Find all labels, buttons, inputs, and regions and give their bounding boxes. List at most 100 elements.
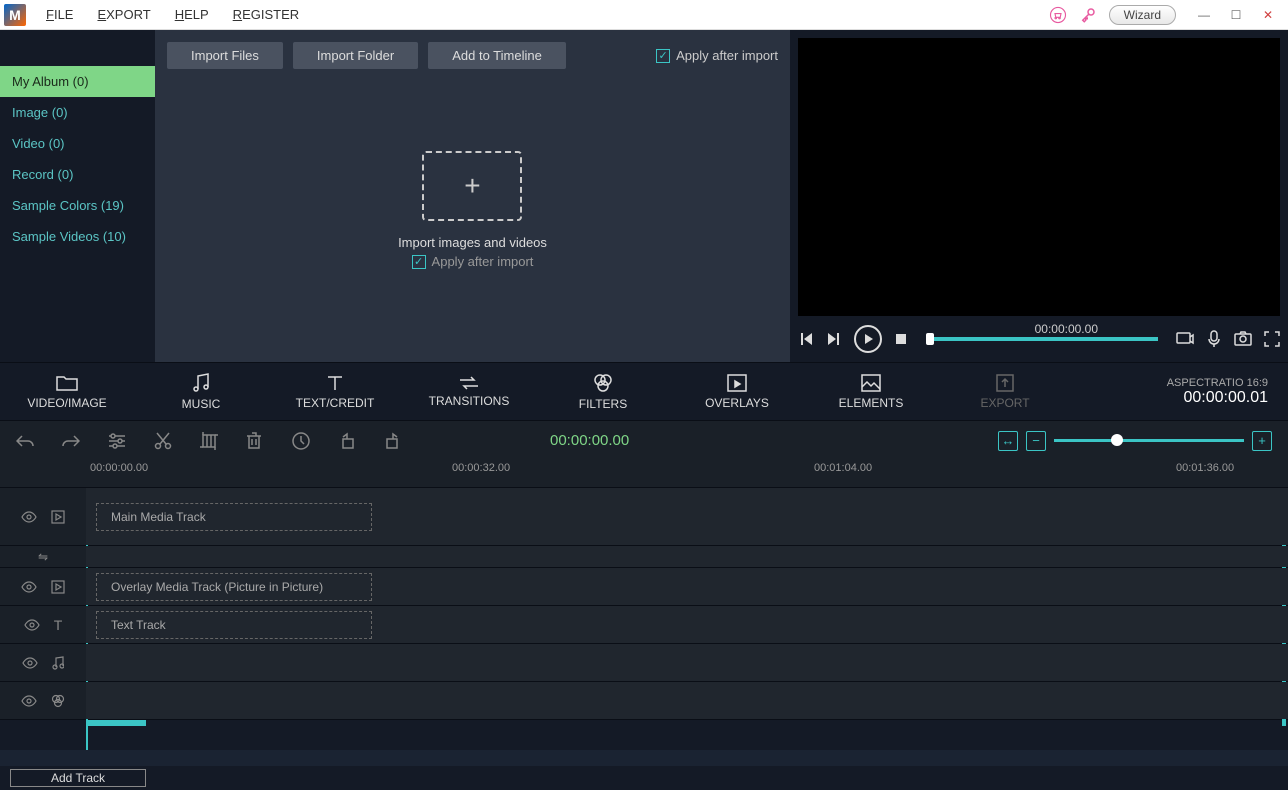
ruler-mark: 00:00:32.00 — [452, 462, 510, 474]
menu-help[interactable]: HELP — [175, 7, 209, 22]
footer: Add Track — [0, 766, 1288, 790]
next-frame-button[interactable] — [826, 331, 842, 347]
import-folder-button[interactable]: Import Folder — [293, 42, 418, 69]
aspect-ratio-label: ASPECTRATIO 16:9 — [1167, 377, 1268, 389]
video-track-icon[interactable] — [51, 510, 65, 524]
tab-overlays[interactable]: OVERLAYS — [670, 374, 804, 410]
track-row-audio — [0, 644, 1288, 682]
tab-label: TEXT/CREDIT — [296, 396, 375, 410]
tab-text-credit[interactable]: TEXT/CREDIT — [268, 374, 402, 410]
zoom-in-button[interactable]: + — [1252, 431, 1272, 451]
eye-icon[interactable] — [22, 657, 38, 669]
tab-export[interactable]: EXPORT — [938, 374, 1072, 410]
sidebar-item-image[interactable]: Image (0) — [0, 97, 155, 128]
speed-button[interactable] — [292, 432, 312, 450]
preview-video[interactable] — [798, 38, 1280, 316]
elements-icon — [861, 374, 881, 392]
tab-filters[interactable]: FILTERS — [536, 373, 670, 411]
redo-button[interactable] — [62, 434, 82, 448]
zoom-fit-button[interactable]: ↔ — [998, 431, 1018, 451]
timeline-current-time: 00:00:00.00 — [550, 432, 629, 449]
tab-transitions[interactable]: TRANSITIONS — [402, 376, 536, 408]
tab-label: TRANSITIONS — [429, 394, 510, 408]
microphone-icon[interactable] — [1206, 330, 1222, 348]
zoom-out-button[interactable]: − — [1026, 431, 1046, 451]
apply-after-import-top[interactable]: ✓ Apply after import — [656, 42, 778, 69]
eye-icon[interactable] — [21, 581, 37, 593]
sidebar-item-sample-colors[interactable]: Sample Colors (19) — [0, 190, 155, 221]
tab-label: ELEMENTS — [839, 396, 904, 410]
track-body-overlay[interactable]: Overlay Media Track (Picture in Picture) — [86, 568, 1288, 605]
play-button[interactable] — [854, 325, 882, 353]
track-body-effect[interactable] — [86, 682, 1288, 719]
ruler-mark: 00:00:00.00 — [90, 462, 148, 474]
track-body-main[interactable]: Main Media Track — [86, 488, 1288, 545]
close-button[interactable]: ✕ — [1252, 4, 1284, 26]
fullscreen-icon[interactable] — [1264, 331, 1280, 347]
timeline-hscroll[interactable] — [86, 720, 146, 726]
apply-after-drop-label: Apply after import — [432, 254, 534, 269]
track-body-text[interactable]: Text Track — [86, 606, 1288, 643]
folder-icon — [56, 374, 78, 392]
swap-icon[interactable]: ⇋ — [38, 550, 48, 564]
settings-icon[interactable] — [108, 433, 128, 449]
tab-elements[interactable]: ELEMENTS — [804, 374, 938, 410]
track-body-audio[interactable] — [86, 644, 1288, 681]
cut-button[interactable] — [154, 432, 174, 450]
tab-label: VIDEO/IMAGE — [27, 396, 106, 410]
ruler-mark: 00:01:04.00 — [814, 462, 872, 474]
preview-seek-slider[interactable] — [926, 337, 1158, 341]
preview-panel: 00:00:00.00 — [790, 30, 1288, 362]
apply-after-import-drop[interactable]: ✓ Apply after import — [398, 254, 547, 269]
text-icon — [326, 374, 344, 392]
eye-icon[interactable] — [24, 619, 40, 631]
add-to-timeline-button[interactable]: Add to Timeline — [428, 42, 566, 69]
effect-track-icon[interactable] — [51, 694, 65, 708]
import-files-button[interactable]: Import Files — [167, 42, 283, 69]
menu-register[interactable]: REGISTER — [233, 7, 299, 22]
rotate-right-button[interactable] — [384, 432, 404, 450]
sidebar-item-video[interactable]: Video (0) — [0, 128, 155, 159]
record-screen-icon[interactable] — [1176, 330, 1194, 348]
eye-icon[interactable] — [21, 695, 37, 707]
wizard-button[interactable]: Wizard — [1109, 5, 1176, 25]
maximize-button[interactable]: ☐ — [1220, 4, 1252, 26]
import-drop-zone[interactable]: + — [422, 151, 522, 221]
text-track-placeholder: Text Track — [96, 611, 372, 639]
key-icon[interactable] — [1079, 6, 1097, 24]
undo-button[interactable] — [16, 434, 36, 448]
track-body-transition[interactable] — [86, 546, 1288, 567]
minimize-button[interactable]: — — [1188, 4, 1220, 26]
overlay-track-icon[interactable] — [51, 580, 65, 594]
category-tabs: VIDEO/IMAGE MUSIC TEXT/CREDIT TRANSITION… — [0, 362, 1288, 420]
tab-label: EXPORT — [980, 396, 1029, 410]
menu-file[interactable]: FILE — [46, 7, 73, 22]
tab-music[interactable]: MUSIC — [134, 373, 268, 411]
sidebar-item-sample-videos[interactable]: Sample Videos (10) — [0, 221, 155, 252]
media-area: Import Files Import Folder Add to Timeli… — [155, 30, 790, 362]
checkbox-icon: ✓ — [656, 49, 670, 63]
snapshot-icon[interactable] — [1234, 331, 1252, 347]
text-track-icon[interactable]: T — [54, 617, 63, 633]
media-sidebar: My Album (0) Image (0) Video (0) Record … — [0, 30, 155, 362]
overlay-track-placeholder: Overlay Media Track (Picture in Picture) — [96, 573, 372, 601]
project-duration: 00:00:00.01 — [1167, 389, 1268, 407]
delete-button[interactable] — [246, 432, 266, 450]
tab-video-image[interactable]: VIDEO/IMAGE — [0, 374, 134, 410]
sidebar-item-record[interactable]: Record (0) — [0, 159, 155, 190]
transitions-icon — [459, 376, 479, 390]
crop-button[interactable] — [200, 432, 220, 450]
apply-after-label: Apply after import — [676, 48, 778, 63]
prev-frame-button[interactable] — [798, 331, 814, 347]
timeline-ruler[interactable]: 00:00:00.00 00:00:32.00 00:01:04.00 00:0… — [0, 460, 1288, 488]
menu-export[interactable]: EXPORT — [97, 7, 150, 22]
stop-button[interactable] — [894, 332, 908, 346]
zoom-slider[interactable] — [1054, 439, 1244, 442]
rotate-left-button[interactable] — [338, 432, 358, 450]
eye-icon[interactable] — [21, 511, 37, 523]
sidebar-item-my-album[interactable]: My Album (0) — [0, 66, 155, 97]
cart-icon[interactable] — [1049, 6, 1067, 24]
add-track-button[interactable]: Add Track — [10, 769, 146, 787]
audio-track-icon[interactable] — [52, 656, 64, 670]
import-drop-title: Import images and videos — [398, 235, 547, 250]
